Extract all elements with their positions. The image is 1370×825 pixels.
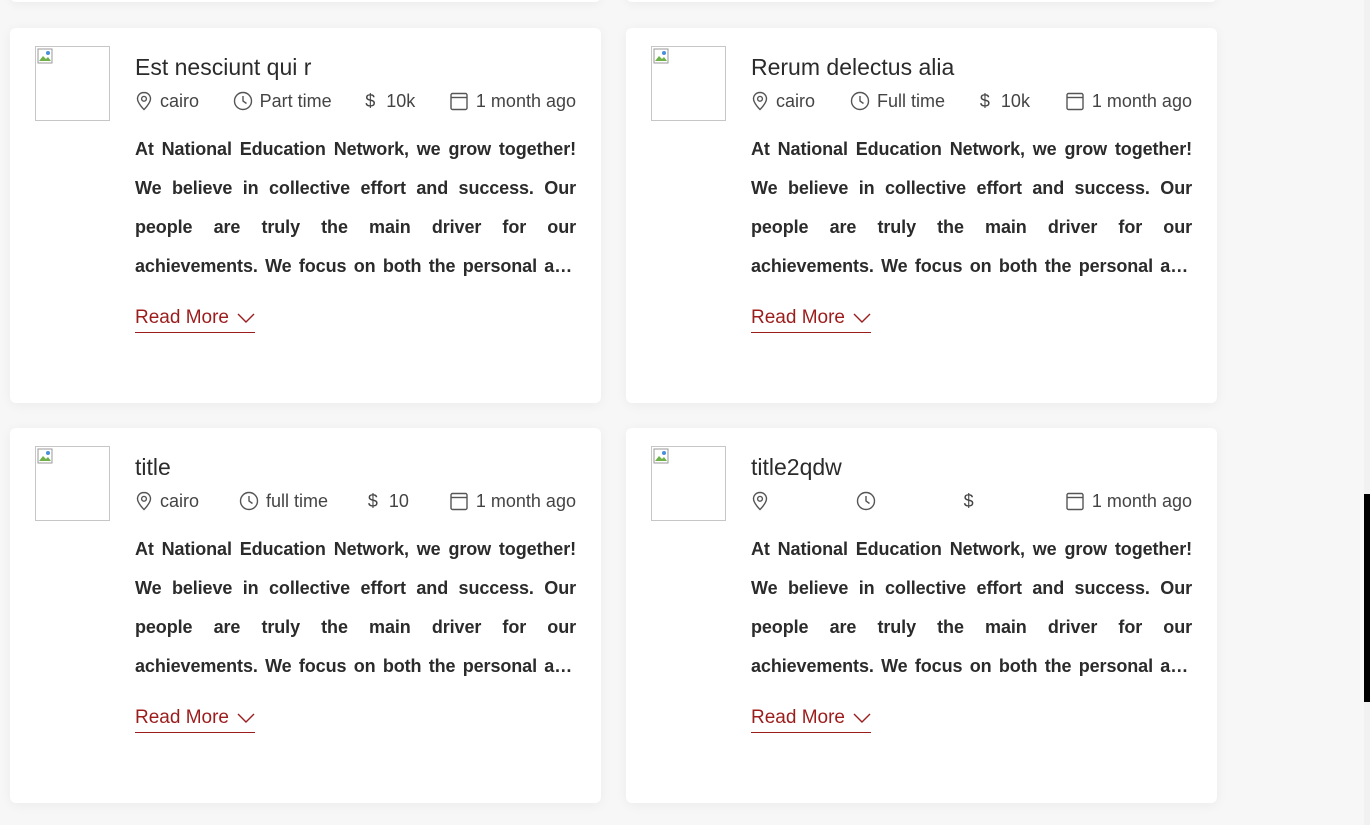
clock-icon [239,491,259,511]
job-meta: cairo full time $ 10 1 month ago [135,488,576,514]
job-type-text: Part time [259,90,332,111]
read-more-label: Read More [751,707,845,728]
job-posted: 1 month ago [1065,91,1192,112]
job-title[interactable]: Est nesciunt qui r [135,52,576,82]
read-more-button[interactable]: Read More [751,707,871,733]
company-logo [651,446,726,521]
vertical-scrollbar[interactable] [1364,0,1370,825]
job-type-text: full time [265,490,328,511]
job-posted: 1 month ago [449,491,576,512]
map-pin-icon [136,91,152,111]
job-card: title cairo full time $ 10 1 month ago A… [10,428,601,803]
dollar-icon: $ [963,490,974,511]
job-description: At National Education Network, we grow t… [751,139,1192,276]
job-card: title2qdw $ 1 month ago At National Educ… [626,428,1217,803]
job-meta: cairo Full time $ 10k 1 month ago [751,88,1192,114]
calendar-icon [1066,492,1084,511]
job-description: At National Education Network, we grow t… [135,539,576,676]
calendar-icon [1066,92,1084,111]
read-more-button[interactable]: Read More [135,707,255,733]
map-pin-icon [136,491,152,511]
read-more-label: Read More [135,307,229,328]
previous-card-edge [10,0,601,2]
job-type [856,491,883,511]
job-title[interactable]: Rerum delectus alia [751,52,1192,82]
job-location-text: cairo [160,90,200,111]
map-pin-icon [752,91,768,111]
job-description: At National Education Network, we grow t… [135,139,576,276]
job-posted-text: 1 month ago [1091,90,1192,111]
job-meta: cairo Part time $ 10k 1 month ago [135,88,576,114]
job-location-text: cairo [160,490,200,511]
job-salary: $ 10k [365,91,415,112]
job-title[interactable]: title2qdw [751,452,1192,482]
broken-image-icon [37,48,53,64]
clock-icon [850,91,870,111]
broken-image-icon [37,448,53,464]
job-type: full time [239,491,328,512]
clock-icon [233,91,252,111]
job-posted-text: 1 month ago [475,490,576,511]
job-card: Est nesciunt qui r cairo Part time $ 10k… [10,28,601,403]
job-type: Part time [233,91,332,112]
dollar-icon: $ [367,490,378,511]
job-salary: $ 10k [980,91,1030,112]
job-salary: $ [964,491,985,512]
dollar-icon: $ [979,90,990,111]
calendar-icon [450,92,468,111]
job-location: cairo [135,91,199,112]
company-logo [651,46,726,121]
job-location: cairo [135,491,199,512]
job-meta: $ 1 month ago [751,488,1192,514]
job-card: Rerum delectus alia cairo Full time $ 10… [626,28,1217,403]
read-more-label: Read More [135,707,229,728]
scrollbar-thumb[interactable] [1364,494,1370,702]
chevron-down-icon [853,713,871,723]
read-more-button[interactable]: Read More [751,307,871,333]
previous-card-edge [626,0,1217,2]
job-posted-text: 1 month ago [475,90,576,111]
job-posted: 1 month ago [449,91,576,112]
job-location [751,491,776,511]
read-more-label: Read More [751,307,845,328]
chevron-down-icon [853,313,871,323]
calendar-icon [450,492,468,511]
job-type-text: Full time [876,90,945,111]
chevron-down-icon [237,713,255,723]
job-location: cairo [751,91,815,112]
clock-icon [857,491,876,511]
broken-image-icon [653,448,669,464]
map-pin-icon [752,491,768,511]
job-description: At National Education Network, we grow t… [751,539,1192,676]
read-more-button[interactable]: Read More [135,307,255,333]
company-logo [35,446,110,521]
job-listings-page: Est nesciunt qui r cairo Part time $ 10k… [0,0,1370,825]
job-posted: 1 month ago [1065,491,1192,512]
job-salary-text: 10k [1000,90,1030,111]
job-salary-text: 10 [388,490,409,511]
job-type: Full time [850,91,945,112]
job-posted-text: 1 month ago [1091,490,1192,511]
job-location-text: cairo [776,90,816,111]
broken-image-icon [653,48,669,64]
dollar-icon: $ [365,90,376,111]
job-title[interactable]: title [135,452,576,482]
job-salary: $ 10 [368,491,409,512]
chevron-down-icon [237,313,255,323]
job-salary-text: 10k [386,90,416,111]
company-logo [35,46,110,121]
